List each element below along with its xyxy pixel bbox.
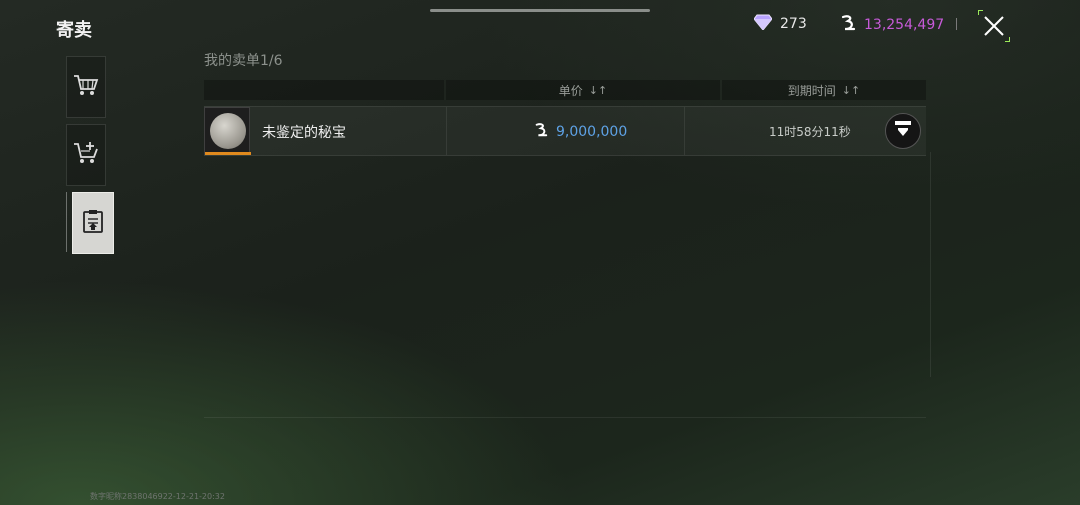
cart-add-icon bbox=[73, 141, 99, 169]
column-price[interactable]: 单价 ↓↑ bbox=[446, 80, 720, 100]
item-thumbnail[interactable] bbox=[204, 107, 251, 155]
cart-icon bbox=[73, 73, 99, 101]
table-row[interactable]: 未鉴定的秘宝 9,000,000 11时58分11秒 bbox=[204, 106, 926, 156]
divider bbox=[956, 18, 957, 30]
sort-arrows-icon: ↓↑ bbox=[588, 83, 608, 97]
drag-handle[interactable] bbox=[430, 9, 650, 12]
table-header: 单价 ↓↑ 到期时间 ↓↑ bbox=[204, 80, 926, 100]
tab-buy[interactable] bbox=[66, 56, 106, 118]
close-icon bbox=[983, 15, 1005, 41]
panel-border bbox=[930, 152, 931, 377]
coin-symbol-icon bbox=[534, 122, 548, 142]
price-value: 9,000,000 bbox=[556, 124, 628, 140]
column-price-label: 单价 bbox=[558, 83, 583, 98]
column-expire-label: 到期时间 bbox=[787, 83, 836, 98]
gem-count: 273 bbox=[780, 16, 807, 32]
tab-my-orders[interactable] bbox=[72, 192, 114, 254]
silver-coin-icon bbox=[210, 113, 246, 149]
takedown-icon bbox=[894, 120, 912, 142]
close-button[interactable] bbox=[978, 10, 1010, 42]
list-title: 我的卖单1/6 bbox=[204, 53, 283, 69]
gem-balance: 273 bbox=[753, 14, 807, 34]
column-expire[interactable]: 到期时间 ↓↑ bbox=[722, 80, 926, 100]
takedown-button[interactable] bbox=[885, 113, 921, 149]
item-name: 未鉴定的秘宝 bbox=[262, 125, 346, 141]
coin-symbol-icon bbox=[840, 14, 856, 36]
rarity-underline bbox=[205, 152, 251, 155]
tab-sell[interactable] bbox=[66, 124, 106, 186]
sort-arrows-icon: ↓↑ bbox=[841, 83, 861, 97]
column-item bbox=[204, 80, 444, 100]
clipboard-upload-icon bbox=[82, 208, 104, 238]
page-title: 寄卖 bbox=[56, 20, 92, 41]
item-price: 9,000,000 bbox=[534, 122, 627, 142]
currency-amount: 13,254,497 bbox=[864, 17, 945, 33]
watermark: 数字昵称2838046922-12-21-20:32 bbox=[90, 492, 225, 501]
panel-border bbox=[204, 417, 926, 418]
expire-time: 11时58分11秒 bbox=[769, 125, 851, 139]
currency-balance: 13,254,497 bbox=[840, 14, 944, 36]
tab-edge bbox=[66, 192, 67, 252]
diamond-icon bbox=[753, 14, 773, 34]
